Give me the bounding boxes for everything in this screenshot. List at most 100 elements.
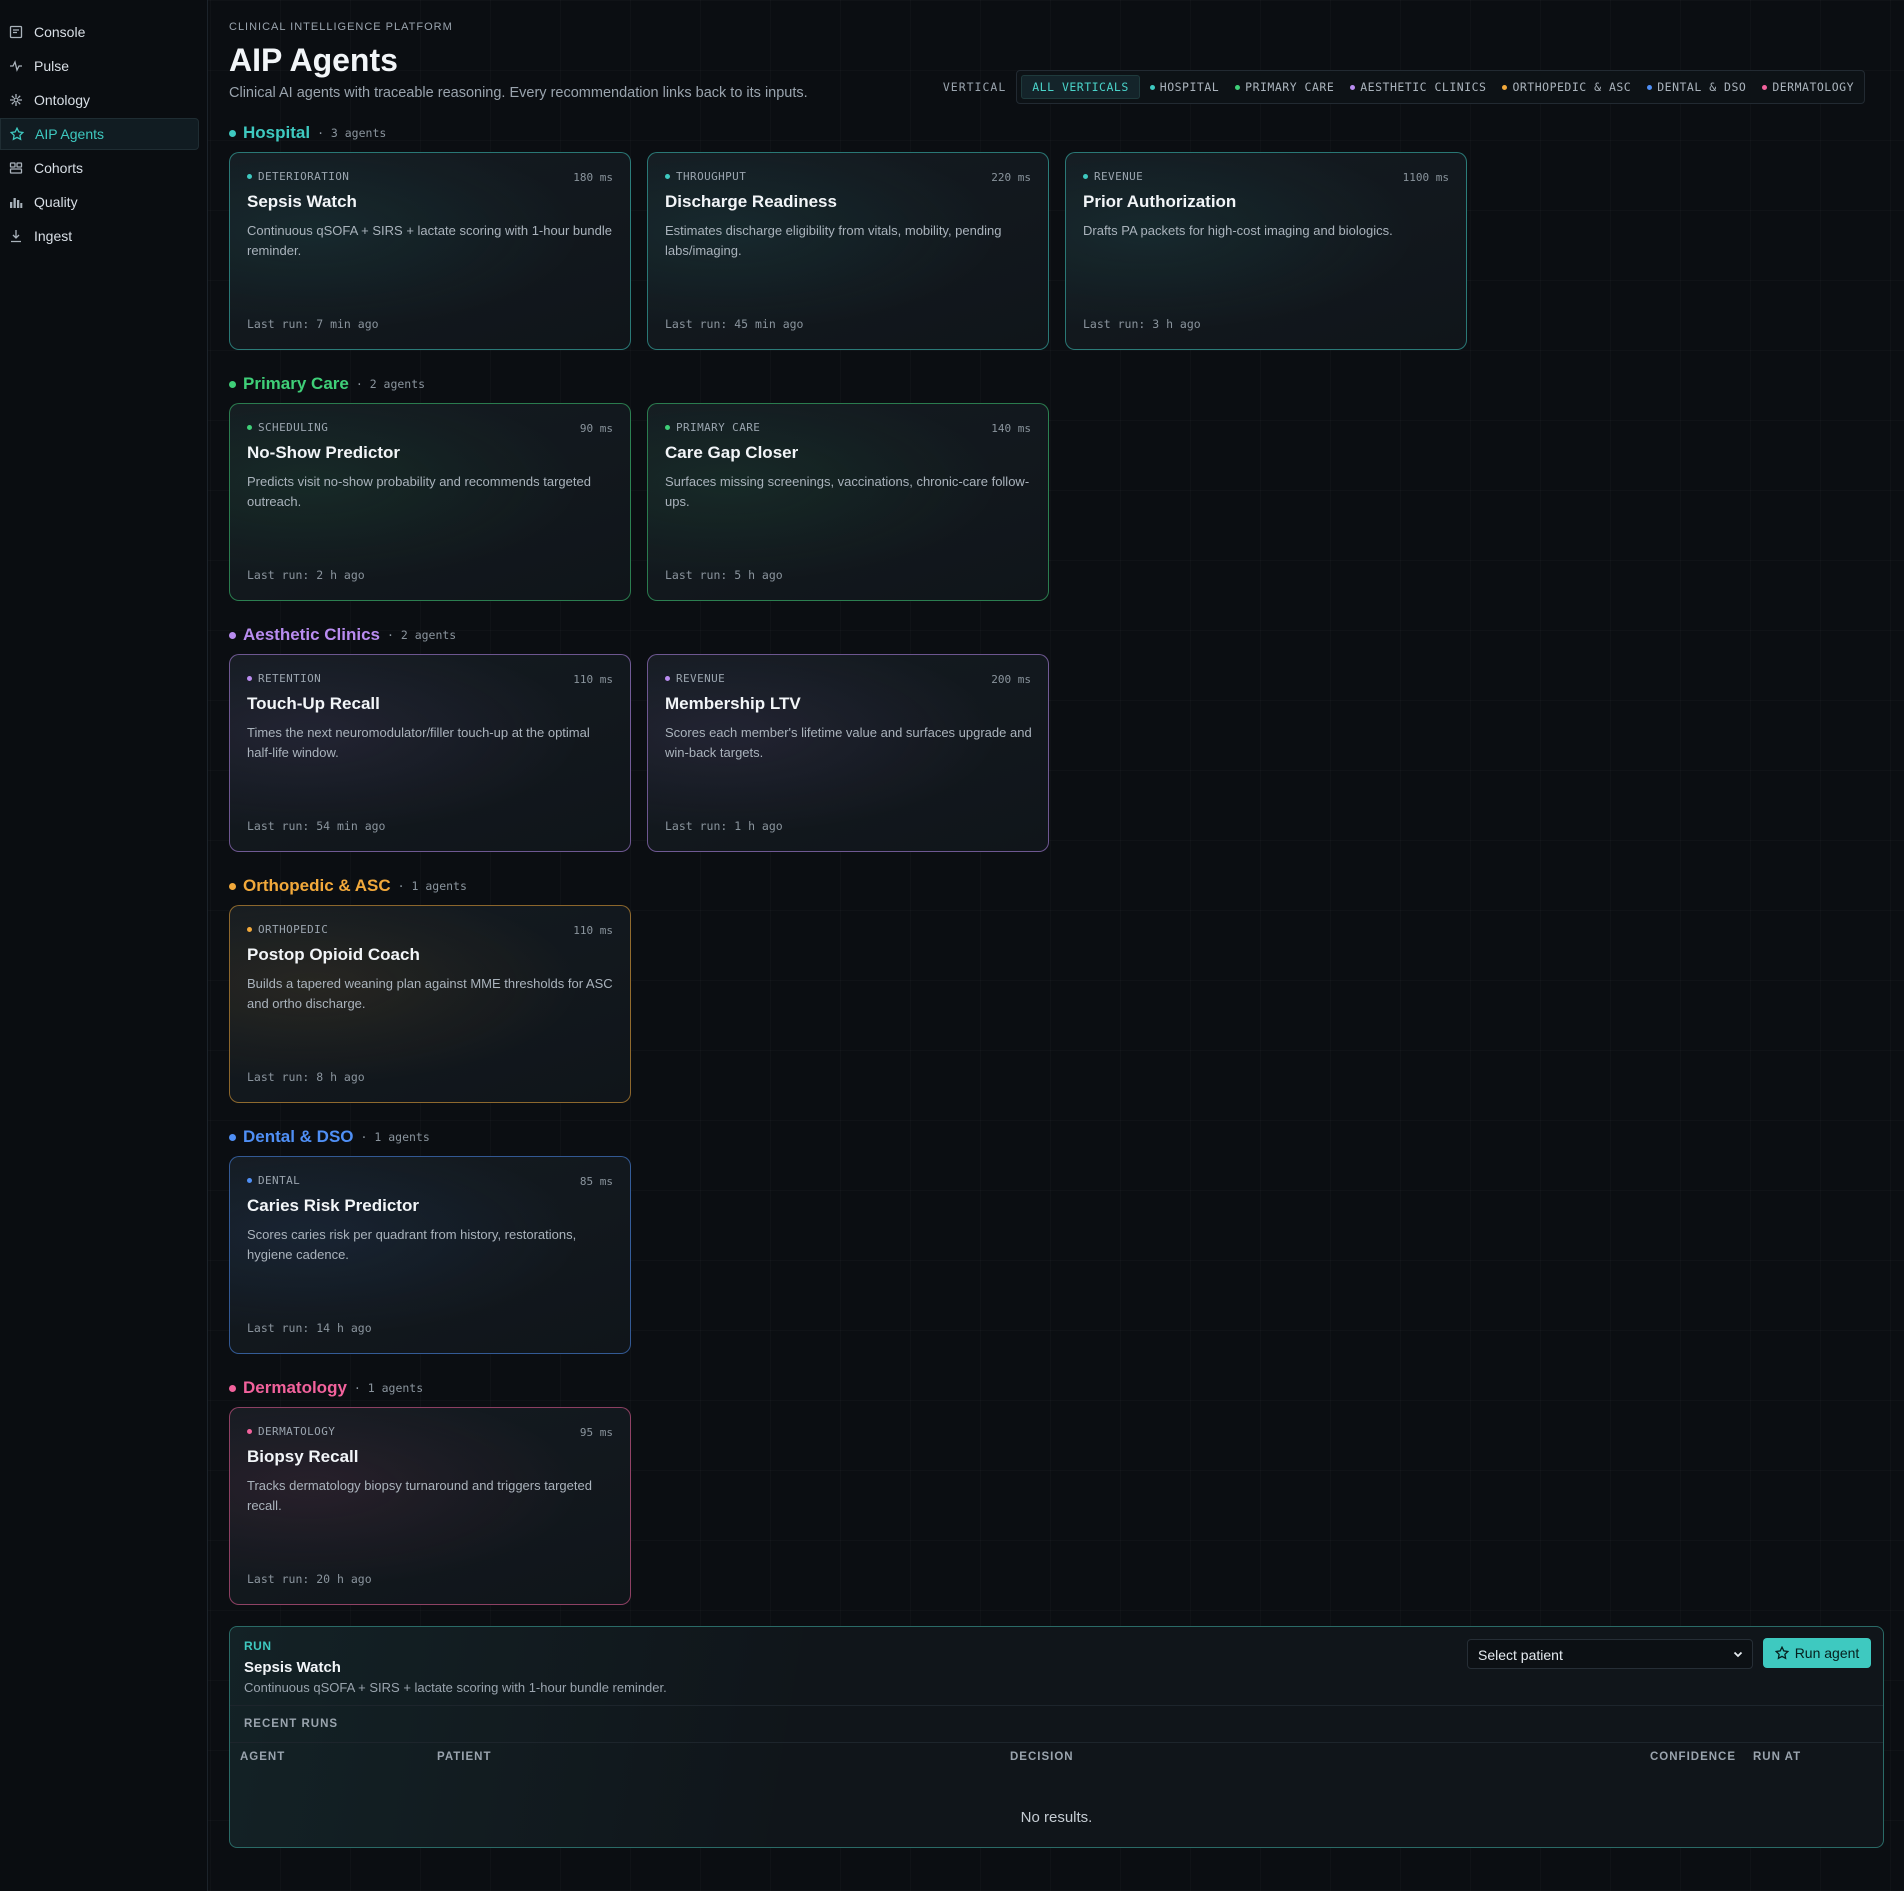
card-last-run: Last run: 5 h ago bbox=[665, 568, 783, 582]
chevron-down-icon bbox=[1733, 1651, 1743, 1658]
section-header: Aesthetic Clinics · 2 agents bbox=[229, 625, 456, 645]
color-dot bbox=[1083, 174, 1088, 179]
agent-cards: SCHEDULING 90 ms No-Show Predictor Predicts… bbox=[229, 403, 1049, 601]
color-dot bbox=[665, 425, 670, 430]
card-description: Continuous qSOFA + SIRS + lactate scorin… bbox=[247, 223, 612, 258]
agent-card[interactable]: DERMATOLOGY 95 ms Biopsy Recall Tracks derm… bbox=[229, 1407, 631, 1605]
agent-card[interactable]: DETERIORATION 180 ms Sepsis Watch Continuou… bbox=[229, 152, 631, 350]
card-category-label: RETENTION bbox=[258, 672, 322, 685]
column-header-run-at[interactable]: RUN AT bbox=[1753, 1751, 1801, 1763]
sidebar-item-pulse[interactable]: Pulse bbox=[0, 50, 199, 82]
vertical-section: Dermatology · 1 agents DERMATOLOGY 95 ms Bio… bbox=[229, 1378, 631, 1605]
section-count: · 1 agents bbox=[353, 1381, 424, 1395]
card-latency: 200 ms bbox=[991, 673, 1031, 686]
color-dot bbox=[1235, 84, 1241, 90]
section-count: · 2 agents bbox=[387, 628, 457, 642]
card-title: Postop Opioid Coach bbox=[247, 945, 420, 964]
color-dot bbox=[1762, 84, 1768, 90]
card-title: Sepsis Watch bbox=[247, 192, 357, 211]
card-title: Caries Risk Predictor bbox=[247, 1196, 419, 1215]
card-category-label: DENTAL bbox=[258, 1174, 301, 1187]
agent-cards: ORTHOPEDIC 110 ms Postop Opioid Coach Build… bbox=[229, 905, 631, 1103]
filter-chip[interactable]: HOSPITAL bbox=[1144, 75, 1225, 99]
card-last-run: Last run: 1 h ago bbox=[665, 819, 783, 833]
card-category-label: PRIMARY CARE bbox=[676, 421, 761, 434]
section-title: Dermatology bbox=[243, 1378, 347, 1397]
cohorts-icon bbox=[8, 160, 24, 176]
card-last-run: Last run: 2 h ago bbox=[247, 568, 365, 582]
section-count: · 2 agents bbox=[355, 377, 426, 391]
agent-card[interactable]: PRIMARY CARE 140 ms Care Gap Closer Surface… bbox=[647, 403, 1049, 601]
card-category: THROUGHPUT bbox=[665, 170, 1031, 183]
vertical-section: Aesthetic Clinics · 2 agents RETENTION 110 … bbox=[229, 625, 1049, 852]
filter-chip[interactable]: PRIMARY CARE bbox=[1229, 75, 1340, 99]
card-last-run: Last run: 20 h ago bbox=[247, 1572, 372, 1586]
card-title: No-Show Predictor bbox=[247, 443, 401, 462]
agent-card[interactable]: REVENUE 200 ms Membership LTV Scores each m… bbox=[647, 654, 1049, 852]
color-dot bbox=[247, 174, 252, 179]
sidebar-item-ontology[interactable]: Ontology bbox=[0, 84, 199, 116]
sidebar-item-ingest[interactable]: Ingest bbox=[0, 220, 199, 252]
filter-chip[interactable]: DENTAL & DSO bbox=[1641, 75, 1752, 99]
sidebar-item-aip-agents[interactable]: AIP Agents bbox=[0, 118, 199, 150]
column-header-confidence[interactable]: CONFIDENCE bbox=[1650, 1751, 1736, 1763]
card-description: Builds a tapered weaning plan against MM… bbox=[247, 976, 613, 1011]
patient-select[interactable]: Select patient bbox=[1467, 1639, 1753, 1669]
color-dot bbox=[247, 425, 252, 430]
agent-card[interactable]: RETENTION 110 ms Touch-Up Recall Times the … bbox=[229, 654, 631, 852]
color-dot bbox=[1149, 84, 1155, 90]
agent-card[interactable]: REVENUE 1100 ms Prior Authorization Drafts … bbox=[1065, 152, 1467, 350]
card-latency: 90 ms bbox=[579, 422, 613, 435]
sidebar-item-console[interactable]: Console bbox=[0, 16, 199, 48]
card-last-run: Last run: 8 h ago bbox=[247, 1070, 365, 1084]
column-header-decision[interactable]: DECISION bbox=[1010, 1751, 1074, 1763]
section-header: Orthopedic & ASC · 1 agents bbox=[229, 876, 467, 896]
run-agent-description: Continuous qSOFA + SIRS + lactate scorin… bbox=[244, 1680, 667, 1695]
run-agent-title: Sepsis Watch bbox=[244, 1659, 341, 1676]
sidebar: Console Pulse Ontology AIP Agents Cohort… bbox=[0, 0, 208, 1891]
agent-card[interactable]: ORTHOPEDIC 110 ms Postop Opioid Coach Build… bbox=[229, 905, 631, 1103]
card-latency: 220 ms bbox=[991, 171, 1031, 184]
card-description: Tracks dermatology biopsy turnaround and… bbox=[247, 1478, 592, 1513]
section-dot bbox=[229, 631, 236, 639]
filter-chip[interactable]: AESTHETIC CLINICS bbox=[1344, 75, 1492, 99]
card-description: Scores caries risk per quadrant from his… bbox=[247, 1227, 577, 1262]
page-subtitle: Clinical AI agents with traceable reason… bbox=[229, 85, 808, 101]
column-header-agent[interactable]: AGENT bbox=[240, 1751, 285, 1763]
run-panel: RUN Sepsis Watch Continuous qSOFA + SIRS… bbox=[229, 1626, 1884, 1848]
agent-cards: DERMATOLOGY 95 ms Biopsy Recall Tracks derm… bbox=[229, 1407, 631, 1605]
filter-chip[interactable]: DERMATOLOGY bbox=[1756, 75, 1860, 99]
card-category: DETERIORATION bbox=[247, 170, 613, 183]
vertical-section: Primary Care · 2 agents SCHEDULING 90 ms No-… bbox=[229, 374, 1049, 601]
filter-label: VERTICAL bbox=[942, 80, 1007, 94]
section-header: Dental & DSO · 1 agents bbox=[229, 1127, 430, 1147]
card-category: RETENTION bbox=[247, 672, 613, 685]
card-description: Surfaces missing screenings, vaccination… bbox=[665, 474, 1030, 509]
agent-card[interactable]: DENTAL 85 ms Caries Risk Predictor Scores c… bbox=[229, 1156, 631, 1354]
sidebar-item-quality[interactable]: Quality bbox=[0, 186, 199, 218]
section-dot bbox=[229, 882, 236, 890]
section-count: · 1 agents bbox=[360, 1130, 430, 1144]
column-header-patient[interactable]: PATIENT bbox=[437, 1751, 492, 1763]
sidebar-item-label: Ingest bbox=[34, 228, 73, 244]
run-agent-button[interactable]: Run agent bbox=[1763, 1638, 1871, 1668]
agent-card[interactable]: SCHEDULING 90 ms No-Show Predictor Predicts… bbox=[229, 403, 631, 601]
filter-chip-label: ORTHOPEDIC & ASC bbox=[1512, 80, 1632, 94]
color-dot bbox=[665, 174, 670, 179]
ontology-icon bbox=[8, 92, 24, 108]
agent-card[interactable]: THROUGHPUT 220 ms Discharge Readiness Estim… bbox=[647, 152, 1049, 350]
card-latency: 110 ms bbox=[573, 924, 613, 937]
card-last-run: Last run: 45 min ago bbox=[665, 317, 804, 331]
run-eyebrow: RUN bbox=[244, 1639, 272, 1653]
sidebar-item-cohorts[interactable]: Cohorts bbox=[0, 152, 199, 184]
card-category: REVENUE bbox=[1083, 170, 1449, 183]
download-icon bbox=[8, 228, 24, 244]
sidebar-item-label: Ontology bbox=[34, 92, 91, 108]
page-eyebrow: CLINICAL INTELLIGENCE PLATFORM bbox=[229, 21, 453, 33]
card-category-label: REVENUE bbox=[676, 672, 726, 685]
card-title: Touch-Up Recall bbox=[247, 694, 380, 713]
filter-chip[interactable]: ORTHOPEDIC & ASC bbox=[1496, 75, 1637, 99]
agent-cards: DETERIORATION 180 ms Sepsis Watch Continuou… bbox=[229, 152, 1467, 350]
filter-chip[interactable]: ALL VERTICALS bbox=[1021, 75, 1140, 99]
card-category: SCHEDULING bbox=[247, 421, 613, 434]
